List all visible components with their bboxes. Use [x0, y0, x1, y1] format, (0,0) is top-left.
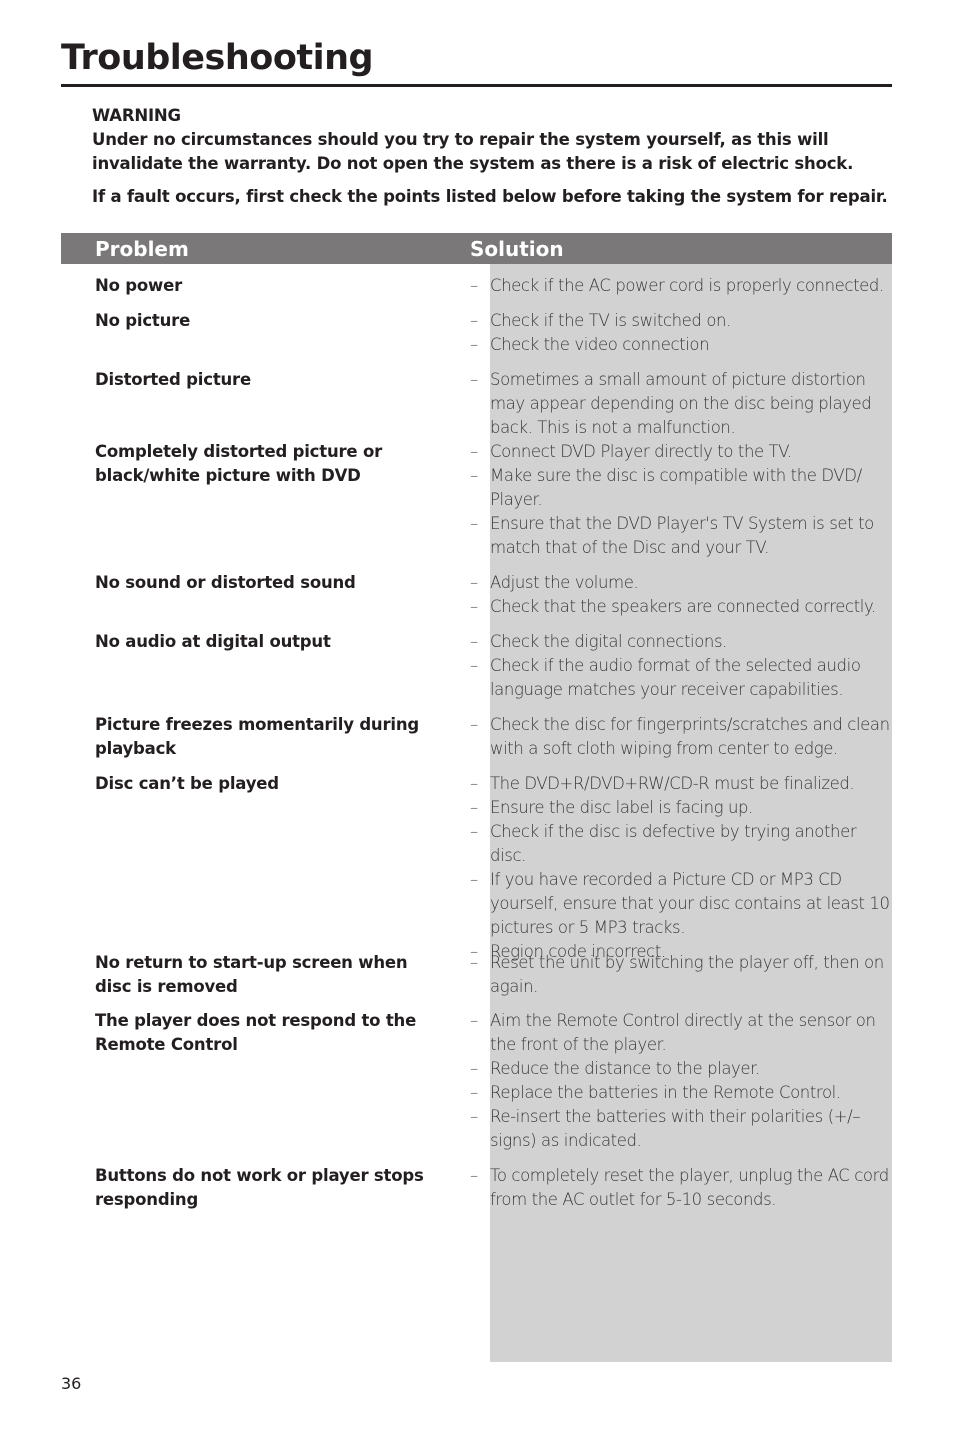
- dash-bullet-icon: –: [470, 715, 478, 734]
- solution-list: – Check the disc for fingerprints/scratch…: [470, 713, 895, 761]
- solution-text: Aim the Remote Control directly at the s…: [490, 1011, 876, 1054]
- dash-bullet-icon: –: [470, 1083, 478, 1102]
- title-divider: [61, 84, 892, 87]
- problem-text: No sound or distorted sound: [95, 573, 356, 592]
- dash-bullet-icon: –: [470, 442, 478, 461]
- solution-text: Check if the TV is switched on.: [490, 311, 731, 330]
- solution-column-header: Solution: [470, 237, 564, 261]
- dash-bullet-icon: –: [470, 311, 478, 330]
- solution-item: – Adjust the volume.: [470, 571, 895, 595]
- solution-list: – Check if the TV is switched on. – Check t…: [470, 309, 895, 357]
- dash-bullet-icon: –: [470, 1166, 478, 1185]
- solution-text: To completely reset the player, unplug t…: [490, 1166, 889, 1209]
- fault-note: If a fault occurs, first check the point…: [92, 187, 888, 206]
- solution-item: – The DVD+R/DVD+RW/CD-R must be finalized…: [470, 772, 895, 796]
- solution-text: Adjust the volume.: [490, 573, 639, 592]
- solution-text: Check that the speakers are connected co…: [490, 597, 876, 616]
- page-number: 36: [61, 1374, 82, 1393]
- solution-text: Check if the audio format of the selecte…: [490, 656, 861, 699]
- dash-bullet-icon: –: [470, 632, 478, 651]
- solution-text: Make sure the disc is compatible with th…: [490, 466, 862, 509]
- solution-item: – If you have recorded a Picture CD or MP…: [470, 868, 895, 940]
- problem-text: Completely distorted picture or black/wh…: [95, 442, 383, 485]
- dash-bullet-icon: –: [470, 1011, 478, 1030]
- solution-text: Reduce the distance to the player.: [490, 1059, 760, 1078]
- solution-text: Re-insert the batteries with their polar…: [490, 1107, 861, 1150]
- solution-list: – Check if the AC power cord is properly …: [470, 274, 895, 298]
- solution-text: Check the video connection: [490, 335, 710, 354]
- solution-item: – Sometimes a small amount of picture dis…: [470, 368, 895, 440]
- solution-item: – Make sure the disc is compatible with t…: [470, 464, 895, 512]
- solution-item: – Check the disc for fingerprints/scratch…: [470, 713, 895, 761]
- table-header: Problem Solution: [61, 233, 892, 264]
- solution-item: – Re-insert the batteries with their pola…: [470, 1105, 895, 1153]
- solution-text: Check the disc for fingerprints/scratche…: [490, 715, 890, 758]
- solution-item: – Check that the speakers are connected c…: [470, 595, 895, 619]
- problem-text: Picture freezes momentarily during playb…: [95, 715, 420, 758]
- dash-bullet-icon: –: [470, 870, 478, 889]
- dash-bullet-icon: –: [470, 597, 478, 616]
- dash-bullet-icon: –: [470, 774, 478, 793]
- solution-text: If you have recorded a Picture CD or MP3…: [490, 870, 890, 937]
- problem-text: No audio at digital output: [95, 632, 331, 651]
- dash-bullet-icon: –: [470, 466, 478, 485]
- problem-text: No return to start-up screen when disc i…: [95, 953, 408, 996]
- dash-bullet-icon: –: [470, 573, 478, 592]
- solution-text: Check if the disc is defective by trying…: [490, 822, 857, 865]
- solution-item: – Aim the Remote Control directly at the …: [470, 1009, 895, 1057]
- problem-column-header: Problem: [95, 237, 189, 261]
- solution-text: Sometimes a small amount of picture dist…: [490, 370, 872, 437]
- solution-list: – The DVD+R/DVD+RW/CD-R must be finalized…: [470, 772, 895, 964]
- dash-bullet-icon: –: [470, 1059, 478, 1078]
- problem-text: Buttons do not work or player stops resp…: [95, 1166, 424, 1209]
- problem-text: Distorted picture: [95, 370, 251, 389]
- dash-bullet-icon: –: [470, 370, 478, 389]
- problem-text: No picture: [95, 311, 191, 330]
- page-title: Troubleshooting: [61, 38, 374, 78]
- solution-text: The DVD+R/DVD+RW/CD-R must be finalized.: [490, 774, 855, 793]
- problem-text: No power: [95, 276, 183, 295]
- dash-bullet-icon: –: [470, 1107, 478, 1126]
- solution-item: – Reset the unit by switching the player …: [470, 951, 895, 999]
- problem-text: Disc can’t be played: [95, 774, 279, 793]
- dash-bullet-icon: –: [470, 514, 478, 533]
- solution-item: – Check if the disc is defective by tryin…: [470, 820, 895, 868]
- solution-item: – Check the video connection: [470, 333, 895, 357]
- warning-heading: WARNING: [92, 106, 181, 125]
- dash-bullet-icon: –: [470, 798, 478, 817]
- solution-list: – Sometimes a small amount of picture dis…: [470, 368, 895, 440]
- solution-text: Replace the batteries in the Remote Cont…: [490, 1083, 841, 1102]
- solution-text: Check the digital connections.: [490, 632, 728, 651]
- solution-text: Reset the unit by switching the player o…: [490, 953, 884, 996]
- solution-list: – Reset the unit by switching the player …: [470, 951, 895, 999]
- dash-bullet-icon: –: [470, 656, 478, 675]
- solution-item: – Check if the TV is switched on.: [470, 309, 895, 333]
- warning-text: Under no circumstances should you try to…: [92, 130, 854, 173]
- solution-item: – To completely reset the player, unplug …: [470, 1164, 895, 1212]
- solution-text: Check if the AC power cord is properly c…: [490, 276, 884, 295]
- solution-item: – Reduce the distance to the player.: [470, 1057, 895, 1081]
- solution-item: – Ensure that the DVD Player's TV System …: [470, 512, 895, 560]
- solution-list: – To completely reset the player, unplug …: [470, 1164, 895, 1212]
- solution-item: – Ensure the disc label is facing up.: [470, 796, 895, 820]
- dash-bullet-icon: –: [470, 335, 478, 354]
- solution-item: – Check if the audio format of the select…: [470, 654, 895, 702]
- solution-item: – Connect DVD Player directly to the TV.: [470, 440, 895, 464]
- dash-bullet-icon: –: [470, 276, 478, 295]
- solution-text: Connect DVD Player directly to the TV.: [490, 442, 792, 461]
- solution-list: – Connect DVD Player directly to the TV. –…: [470, 440, 895, 560]
- solution-list: – Check the digital connections. – Check if…: [470, 630, 895, 702]
- solution-text: Ensure the disc label is facing up.: [490, 798, 753, 817]
- solution-list: – Adjust the volume. – Check that the speak…: [470, 571, 895, 619]
- solution-text: Ensure that the DVD Player's TV System i…: [490, 514, 874, 557]
- solution-item: – Replace the batteries in the Remote Con…: [470, 1081, 895, 1105]
- dash-bullet-icon: –: [470, 953, 478, 972]
- solution-item: – Check the digital connections.: [470, 630, 895, 654]
- solution-item: – Check if the AC power cord is properly …: [470, 274, 895, 298]
- problem-text: The player does not respond to the Remot…: [95, 1011, 417, 1054]
- solution-list: – Aim the Remote Control directly at the …: [470, 1009, 895, 1153]
- dash-bullet-icon: –: [470, 822, 478, 841]
